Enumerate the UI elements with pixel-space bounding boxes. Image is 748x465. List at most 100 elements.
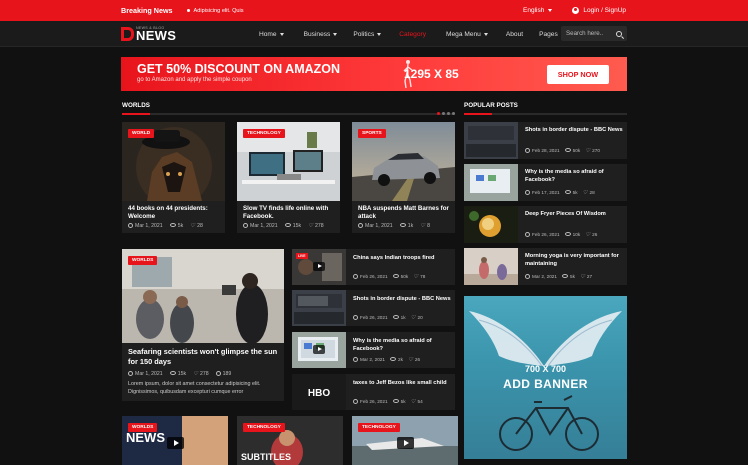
list-title[interactable]: taxes to Jeff Bezos like small child xyxy=(353,380,451,388)
category-badge[interactable]: WORLD xyxy=(128,129,155,138)
clock-icon xyxy=(128,223,133,228)
carousel-dot[interactable] xyxy=(452,112,455,115)
heart-icon: ♡ xyxy=(585,232,591,238)
category-badge[interactable]: WORLDS xyxy=(128,256,158,265)
popular-views: 5k xyxy=(570,274,575,279)
carousel-dot[interactable] xyxy=(447,112,450,115)
heart-icon: ♡ xyxy=(407,357,413,363)
ad-banner[interactable]: 700 X 700 ADD BANNER xyxy=(464,296,627,459)
heart-icon: ♡ xyxy=(413,274,419,280)
play-icon[interactable] xyxy=(313,262,325,271)
popular-title[interactable]: Morning yoga is very important for maint… xyxy=(525,253,623,268)
featured-title[interactable]: Seafaring scientists won't glimpse the s… xyxy=(128,347,278,367)
language-label: English xyxy=(523,7,545,14)
promo-banner[interactable]: GET 50% DISCOUNT ON AMAZON go to Amazon … xyxy=(121,57,627,91)
popular-likes: 26 xyxy=(592,232,598,237)
language-selector[interactable]: English xyxy=(523,7,553,14)
banner-title: GET 50% DISCOUNT ON AMAZON xyxy=(137,62,341,76)
popular-title[interactable]: Deep Fryer Pieces Of Wisdom xyxy=(525,211,623,219)
carousel-dot[interactable] xyxy=(437,112,440,115)
clock-icon xyxy=(243,223,248,228)
popular-divider xyxy=(464,113,627,115)
list-thumbnail xyxy=(292,290,346,326)
list-title[interactable]: Shots in border dispute - BBC News xyxy=(353,296,451,304)
play-icon[interactable] xyxy=(167,437,184,449)
popular-date: Mar 2, 2021 xyxy=(532,274,558,279)
popular-title[interactable]: Why is the media so afraid of Facebook? xyxy=(525,169,623,184)
card-views: 15k xyxy=(292,223,302,229)
popular-item[interactable]: Shots in border dispute - BBC News Feb 2… xyxy=(464,122,627,159)
category-badge[interactable]: TECHNOLOGY xyxy=(243,129,285,138)
eye-icon xyxy=(392,315,399,319)
heart-icon: ♡ xyxy=(582,190,588,196)
ticker-text[interactable]: Adipisicing elit. Quis xyxy=(194,8,244,14)
clock-icon xyxy=(525,190,530,195)
nav-item-home[interactable]: Home xyxy=(259,31,284,38)
news-card[interactable]: TECHNOLOGY Slow TV finds life online wit… xyxy=(237,122,340,233)
card-views: 1k xyxy=(407,223,414,229)
news-card[interactable]: WORLD 44 books on 44 presidents: Welcome… xyxy=(122,122,225,233)
category-badge[interactable]: WORLDS xyxy=(128,423,158,432)
category-badge[interactable]: TECHNOLOGY xyxy=(358,423,400,432)
play-icon[interactable] xyxy=(397,437,414,449)
list-date: Feb 26, 2021 xyxy=(360,274,388,279)
news-card[interactable]: SPORTS NBA suspends Matt Barnes for atta… xyxy=(352,122,455,233)
nav-item-business[interactable]: Business xyxy=(304,31,338,38)
featured-card[interactable]: WORLDS Seafaring scientists won't glimps… xyxy=(122,249,284,401)
list-item[interactable]: Why is the media so afraid of Facebook? … xyxy=(292,332,455,368)
nav-item-politics[interactable]: Politics xyxy=(353,31,382,38)
list-meta: Feb 26, 2021 1k ♡ 20 xyxy=(353,315,423,321)
card-meta: Mar 1, 2021 15k ♡ 278 xyxy=(243,223,324,229)
list-date: Feb 26, 2021 xyxy=(360,315,388,320)
card-title[interactable]: 44 books on 44 presidents: Welcome xyxy=(128,205,220,221)
search-input[interactable] xyxy=(566,30,612,37)
banner-size-label: 1295 X 85 xyxy=(404,67,459,81)
popular-item[interactable]: Morning yoga is very important for maint… xyxy=(464,248,627,285)
shop-now-button[interactable]: SHOP NOW xyxy=(547,65,609,84)
svg-text:SUBTITLES: SUBTITLES xyxy=(241,452,291,462)
list-title[interactable]: Why is the media so afraid of Facebook? xyxy=(353,338,451,353)
heart-icon: ♡ xyxy=(579,274,585,280)
popular-item[interactable]: Why is the media so afraid of Facebook? … xyxy=(464,164,627,201)
card-likes: 278 xyxy=(315,223,324,229)
site-logo[interactable]: NEWS & BLOG NEWS xyxy=(121,26,177,43)
nav-item-label: Pages xyxy=(539,30,558,38)
popular-date: Feb 17, 2021 xyxy=(532,190,560,195)
list-item[interactable]: HBO taxes to Jeff Bezos like small child… xyxy=(292,374,455,410)
list-item[interactable]: LIVE China says Indian troops fired Feb … xyxy=(292,249,455,285)
chevron-down-icon xyxy=(333,32,338,36)
card-title[interactable]: NBA suspends Matt Barnes for attack xyxy=(358,205,450,221)
list-title[interactable]: China says Indian troops fired xyxy=(353,255,451,263)
nav-item-label: About xyxy=(505,30,524,38)
nav-item-about[interactable]: About xyxy=(506,31,523,38)
svg-text:NEWS: NEWS xyxy=(126,430,165,445)
video-card[interactable]: NEWS WORLDS xyxy=(122,416,228,465)
clock-icon xyxy=(353,274,358,279)
search-box[interactable] xyxy=(561,26,627,41)
news-ticker[interactable]: Adipisicing elit. Quis xyxy=(186,8,244,14)
login-link[interactable]: Login / SignUp xyxy=(572,7,626,14)
video-card[interactable]: SUBTITLES TECHNOLOGY xyxy=(237,416,343,465)
heart-icon: ♡ xyxy=(410,399,416,405)
video-card[interactable]: TECHNOLOGY xyxy=(352,416,458,465)
search-icon[interactable] xyxy=(616,30,622,37)
card-meta: Mar 1, 2021 1k ♡ 8 xyxy=(358,223,430,229)
list-likes: 26 xyxy=(414,357,421,362)
card-title[interactable]: Slow TV finds life online with Facebook. xyxy=(243,205,335,221)
category-badge[interactable]: TECHNOLOGY xyxy=(243,423,285,432)
category-badge[interactable]: SPORTS xyxy=(358,129,386,138)
nav-item-mega-menu[interactable]: Mega Menu xyxy=(446,31,488,38)
carousel-dot[interactable] xyxy=(442,112,445,115)
popular-meta: Feb 28, 2021 50k ♡ 270 xyxy=(525,148,600,154)
eye-icon xyxy=(392,399,399,403)
list-views: 2k xyxy=(398,357,403,362)
list-item[interactable]: Shots in border dispute - BBC News Feb 2… xyxy=(292,290,455,326)
nav-item-category[interactable]: Category xyxy=(399,31,426,38)
list-meta: Feb 26, 2021 5k ♡ 54 xyxy=(353,399,423,405)
popular-item[interactable]: Deep Fryer Pieces Of Wisdom Feb 26, 2021… xyxy=(464,206,627,243)
play-icon[interactable] xyxy=(313,345,325,354)
breaking-badge: LIVE xyxy=(296,253,308,259)
logo-wordmark: NEWS xyxy=(136,28,177,43)
popular-title[interactable]: Shots in border dispute - BBC News xyxy=(525,127,623,135)
carousel-dots[interactable] xyxy=(437,112,455,115)
